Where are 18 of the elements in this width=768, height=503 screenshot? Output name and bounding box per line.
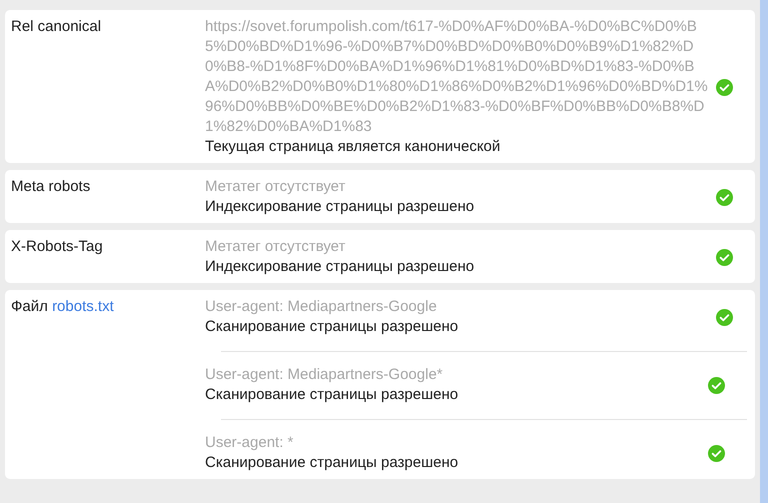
row-label: X-Robots-Tag bbox=[11, 238, 103, 255]
row-label: Meta robots bbox=[11, 178, 90, 195]
detail-text: Метатег отсутствует bbox=[205, 237, 346, 257]
detail-text: Метатег отсутствует bbox=[205, 177, 346, 197]
result-text: Индексирование страницы разрешено bbox=[205, 257, 476, 277]
robots-link[interactable]: robots.txt bbox=[52, 298, 114, 315]
result-text: Сканирование страницы разрешено bbox=[205, 453, 460, 473]
row-label: Файл bbox=[11, 298, 48, 315]
detail-text: User-agent: Mediapartners-Google bbox=[205, 297, 438, 317]
result-text: Текущая страница является канонической bbox=[205, 137, 502, 157]
scrollbar[interactable] bbox=[760, 0, 768, 503]
result-text: Сканирование страницы разрешено bbox=[205, 317, 460, 337]
result-text: Индексирование страницы разрешено bbox=[205, 197, 476, 217]
detail-text: User-agent: Mediapartners-Google* bbox=[205, 365, 444, 385]
result-text: Сканирование страницы разрешено bbox=[205, 385, 460, 405]
detail-text: https://sovet.forumpolish.com/t617-%D0%AF%D0%BA-%D0%BC%D0%B5%D0%BD%D1%96-%D0%B7%D0%BD%D0%B0%D0%B9%D1%82%D0%B8-%D1%8F%D0%BA%D1%96%D1%81%D0%BD%D1%83-%D0%BA%D0%B2%D0%B0%D1%80%D1%86%D0%B2%D1%96%D0%BD%D1%96%D0%BB%D0%BE%D0%B2%D1%83-%D0%BF%D0%BB%D0%B8%D1%82%D0%BA%D1%83 bbox=[205, 17, 709, 137]
row-label: Rel canonical bbox=[11, 18, 102, 35]
detail-text: User-agent: * bbox=[205, 433, 294, 453]
